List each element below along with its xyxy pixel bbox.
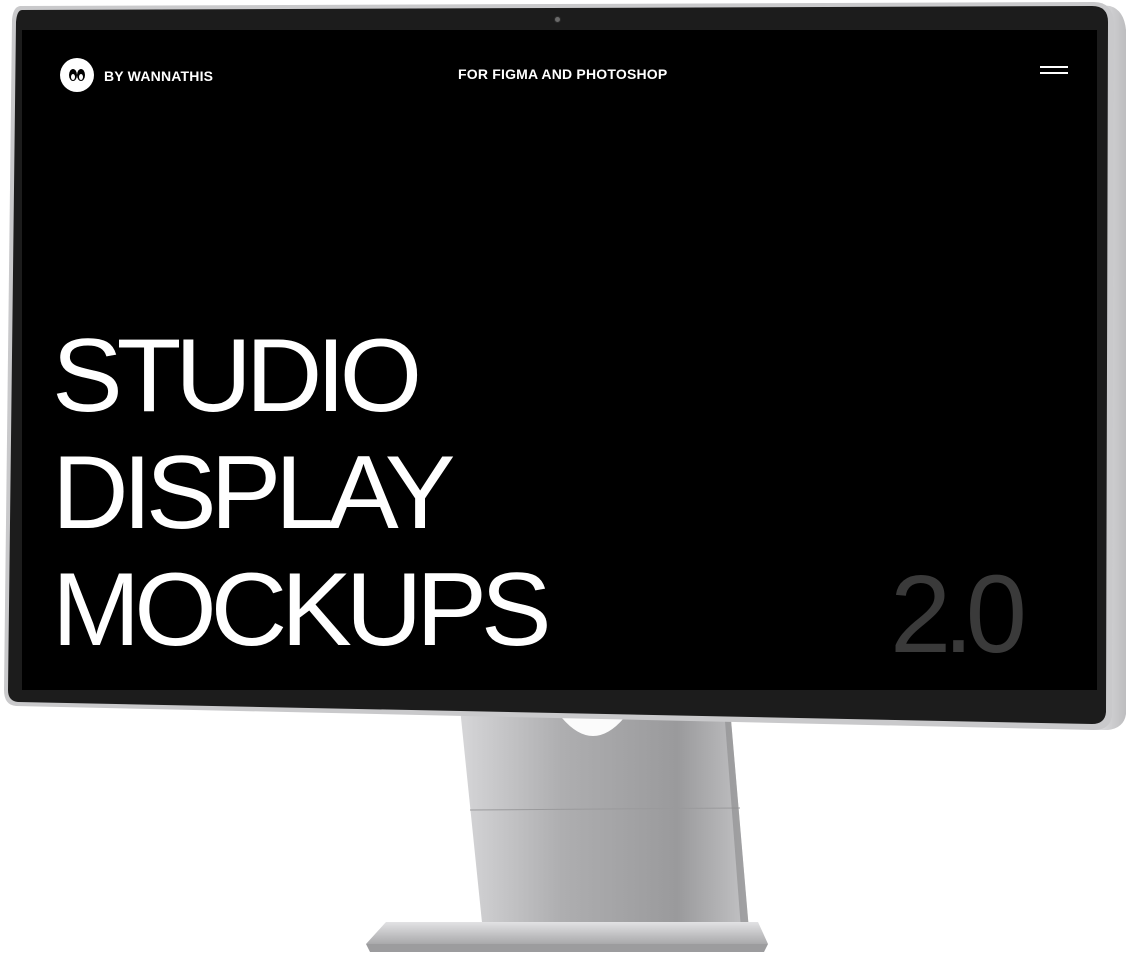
display-screen: BY WANNATHIS FOR FIGMA AND PHOTOSHOP STU… xyxy=(22,30,1097,690)
camera-icon xyxy=(555,17,560,22)
monitor-base xyxy=(366,922,768,956)
version-number: 2.0 xyxy=(890,553,1027,676)
brand-name[interactable]: BY WANNATHIS xyxy=(104,68,213,84)
monitor-stand xyxy=(458,708,750,942)
headline-line-2: DISPLAY xyxy=(52,435,456,551)
hamburger-menu-icon[interactable] xyxy=(1040,64,1068,76)
studio-display-mockup-scene: BY WANNATHIS FOR FIGMA AND PHOTOSHOP STU… xyxy=(0,0,1137,963)
monitor-display: BY WANNATHIS FOR FIGMA AND PHOTOSHOP STU… xyxy=(0,0,1137,740)
hero-headline: STUDIO DISPLAY MOCKUPS xyxy=(52,318,552,669)
headline-line-3: MOCKUPS xyxy=(52,552,552,668)
menu-bar-top xyxy=(1040,66,1068,68)
tagline: FOR FIGMA AND PHOTOSHOP xyxy=(458,66,668,82)
headline-line-1: STUDIO xyxy=(52,318,422,434)
website-header: BY WANNATHIS FOR FIGMA AND PHOTOSHOP xyxy=(22,30,1097,120)
menu-bar-bottom xyxy=(1040,72,1068,74)
eyes-logo-icon[interactable] xyxy=(60,58,94,92)
